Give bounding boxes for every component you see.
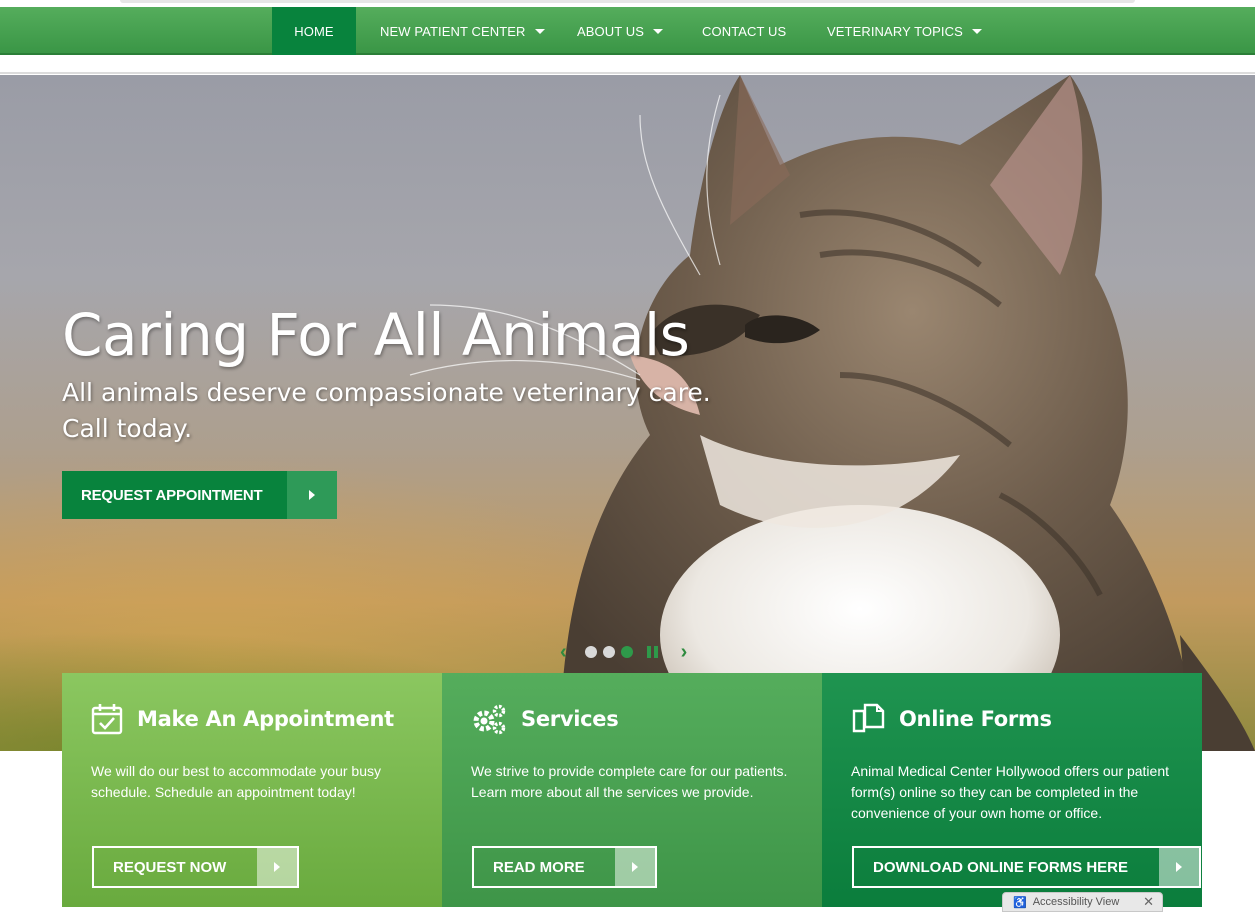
play-arrow-icon bbox=[287, 471, 337, 519]
calendar-check-icon bbox=[91, 704, 123, 735]
card-online-forms: Online Forms Animal Medical Center Holly… bbox=[822, 673, 1202, 907]
card-services: Services We strive to provide complete c… bbox=[442, 673, 822, 907]
card-text: We will do our best to accommodate your … bbox=[91, 763, 381, 800]
caret-down-icon bbox=[653, 29, 664, 34]
top-strip bbox=[0, 0, 1255, 6]
nav-contact-us[interactable]: CONTACT US bbox=[702, 7, 786, 55]
hero-slider: Caring For All Animals All animals deser… bbox=[0, 75, 1255, 751]
request-now-label: REQUEST NOW bbox=[113, 858, 227, 876]
nav-divider bbox=[0, 57, 1255, 74]
slide-dot-3[interactable] bbox=[620, 646, 633, 658]
slider-controls: ‹ › bbox=[560, 642, 688, 662]
download-forms-button[interactable]: DOWNLOAD ONLINE FORMS HERE bbox=[852, 846, 1201, 888]
play-arrow-icon bbox=[615, 848, 655, 886]
read-more-label: READ MORE bbox=[493, 858, 585, 876]
caret-down-icon bbox=[971, 29, 982, 34]
read-more-button[interactable]: READ MORE bbox=[472, 846, 657, 888]
feature-cards: Make An Appointment We will do our best … bbox=[62, 673, 1202, 907]
card-title: Make An Appointment bbox=[137, 707, 394, 731]
hero-subtitle: All animals deserve compassionate veteri… bbox=[62, 378, 711, 443]
hero-title: Caring For All Animals bbox=[62, 301, 690, 369]
slide-dot-1[interactable] bbox=[584, 646, 597, 658]
documents-icon bbox=[852, 703, 885, 733]
nav-home[interactable]: HOME bbox=[272, 7, 356, 55]
accessibility-label: Accessibility View bbox=[1032, 896, 1120, 908]
nav-contact-label: CONTACT US bbox=[702, 23, 787, 39]
play-arrow-icon bbox=[257, 848, 297, 886]
nav-about-us[interactable]: ABOUT US bbox=[577, 7, 664, 55]
card-title: Services bbox=[521, 707, 619, 731]
request-appointment-button[interactable]: REQUEST APPOINTMENT bbox=[62, 471, 337, 519]
main-nav: HOME NEW PATIENT CENTER ABOUT US CONTACT… bbox=[0, 7, 1255, 55]
request-now-button[interactable]: REQUEST NOW bbox=[92, 846, 299, 888]
slide-dot-2[interactable] bbox=[602, 646, 615, 658]
play-arrow-icon bbox=[1159, 848, 1199, 886]
caret-down-icon bbox=[534, 29, 545, 34]
nav-veterinary-topics[interactable]: VETERINARY TOPICS bbox=[827, 7, 982, 55]
nav-vet-topics-label: VETERINARY TOPICS bbox=[827, 23, 963, 39]
request-appointment-label: REQUEST APPOINTMENT bbox=[62, 471, 287, 519]
card-text: Animal Medical Center Hollywood offers o… bbox=[851, 763, 1170, 821]
gears-icon bbox=[473, 704, 506, 735]
card-text: We strive to provide complete care for o… bbox=[471, 763, 788, 800]
accessibility-view-tab[interactable]: ♿ Accessibility View ✕ bbox=[1002, 892, 1163, 912]
download-forms-label: DOWNLOAD ONLINE FORMS HERE bbox=[873, 858, 1128, 876]
chevron-right-icon[interactable]: › bbox=[681, 642, 688, 662]
nav-new-patient-center[interactable]: NEW PATIENT CENTER bbox=[380, 7, 545, 55]
card-title: Online Forms bbox=[899, 707, 1052, 731]
nav-new-patient-label: NEW PATIENT CENTER bbox=[380, 23, 526, 39]
nav-home-label: HOME bbox=[294, 23, 334, 39]
card-appointment: Make An Appointment We will do our best … bbox=[62, 673, 442, 907]
chevron-left-icon[interactable]: ‹ bbox=[560, 642, 567, 662]
pause-icon[interactable] bbox=[646, 646, 661, 658]
close-icon[interactable]: ✕ bbox=[1143, 894, 1154, 910]
nav-about-label: ABOUT US bbox=[577, 23, 645, 39]
